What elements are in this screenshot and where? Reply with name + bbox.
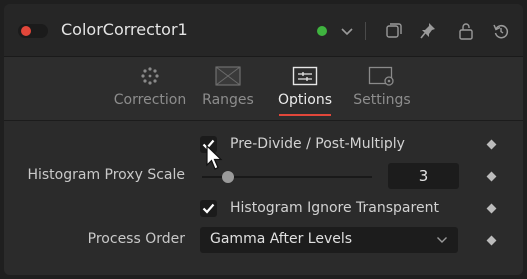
node-title: ColorCorrector1 (61, 20, 188, 39)
tab-options-label: Options (277, 92, 333, 108)
ignore-transparent-checkbox[interactable] (200, 200, 217, 217)
tab-bar: Correction Ranges Options Settings (4, 57, 523, 121)
ignore-transparent-label: Histogram Ignore Transparent (230, 200, 439, 216)
pin-icon[interactable] (418, 21, 438, 41)
tab-options[interactable]: Options (269, 57, 341, 120)
tab-correction[interactable]: Correction (110, 57, 190, 120)
settings-icon (368, 66, 394, 86)
versions-icon[interactable] (383, 21, 403, 41)
enable-dot (21, 26, 31, 36)
active-tab-underline (279, 114, 331, 116)
lock-icon[interactable] (456, 21, 476, 41)
keyframe-diamond-icon[interactable] (486, 139, 497, 150)
checkmark-icon (202, 203, 215, 214)
enable-toggle[interactable] (18, 24, 48, 38)
status-dot[interactable] (317, 26, 327, 36)
keyframe-diamond-icon[interactable] (486, 235, 497, 246)
predivide-label: Pre-Divide / Post-Multiply (230, 136, 405, 152)
tab-settings[interactable]: Settings (348, 57, 416, 120)
ignore-transparent-row: Histogram Ignore Transparent (4, 193, 523, 223)
proxy-scale-input[interactable]: 3 (388, 163, 459, 189)
keyframe-diamond-icon[interactable] (486, 203, 497, 214)
chevron-down-icon (437, 237, 447, 243)
node-header: ColorCorrector1 (4, 4, 523, 56)
process-order-select[interactable]: Gamma After Levels (200, 227, 458, 253)
keyframe-diamond-icon[interactable] (486, 171, 497, 182)
tab-ranges-label: Ranges (202, 92, 254, 108)
tab-ranges[interactable]: Ranges (196, 57, 260, 120)
header-separator (365, 22, 366, 40)
proxy-scale-row: Histogram Proxy Scale 3 (4, 161, 523, 191)
process-order-label: Process Order (87, 231, 185, 247)
proxy-scale-slider-knob[interactable] (222, 171, 234, 183)
process-order-row: Process Order Gamma After Levels (4, 225, 523, 255)
options-icon (292, 66, 318, 86)
color-wheel-icon (141, 67, 159, 85)
ranges-icon (215, 66, 241, 86)
options-content: Pre-Divide / Post-Multiply Histogram Pro… (4, 121, 523, 275)
inspector-panel: ColorCorrector1 Correction Ranges Option… (4, 4, 523, 275)
process-order-value: Gamma After Levels (210, 231, 353, 247)
reset-icon[interactable] (491, 21, 511, 41)
chevron-down-icon[interactable] (337, 21, 357, 41)
tab-correction-label: Correction (113, 92, 187, 108)
mouse-cursor-icon (206, 145, 223, 170)
predivide-row: Pre-Divide / Post-Multiply (4, 129, 523, 159)
tab-settings-label: Settings (353, 92, 411, 108)
proxy-scale-label: Histogram Proxy Scale (27, 167, 185, 183)
